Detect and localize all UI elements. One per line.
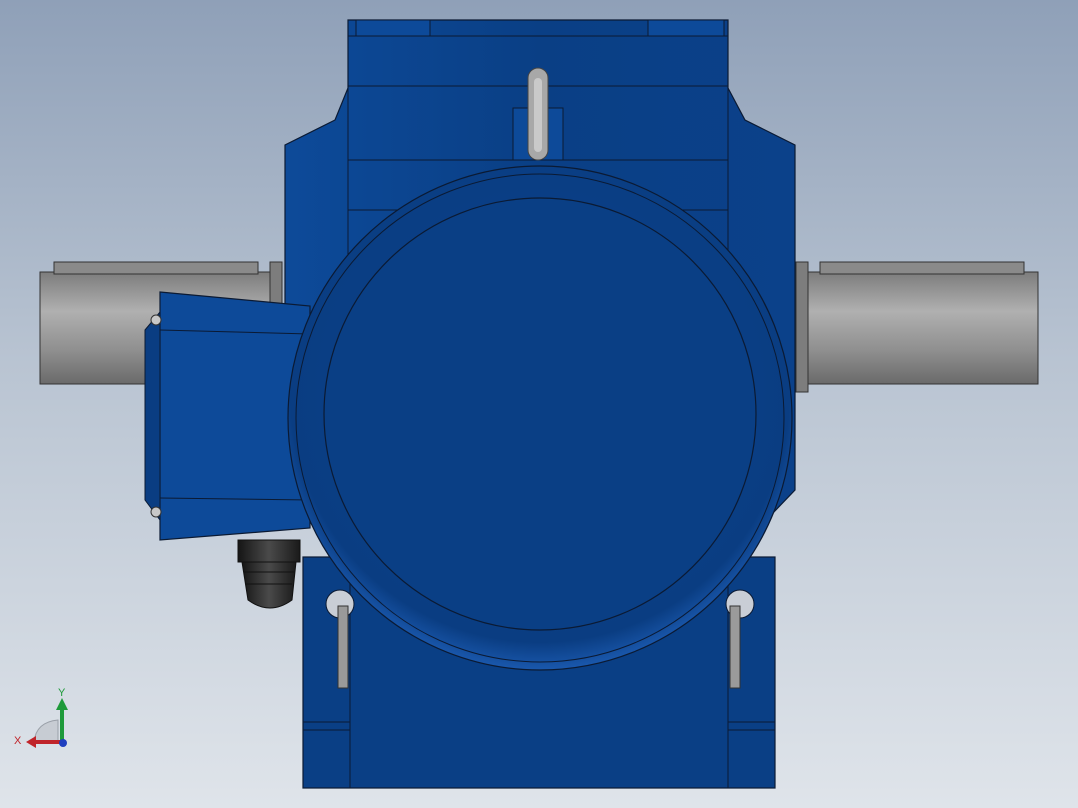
coordinate-triad: X Y [14, 687, 68, 748]
y-axis-label: Y [58, 687, 66, 699]
terminal-box[interactable] [144, 291, 311, 541]
cable-gland[interactable] [237, 539, 301, 609]
right-output-shaft[interactable] [795, 261, 1039, 393]
worm-gearbox-model[interactable] [0, 0, 1078, 808]
triad-plane-shading [33, 719, 59, 743]
cad-viewport[interactable]: X Y [0, 0, 1078, 808]
lifting-eye[interactable] [527, 67, 549, 161]
z-axis-dot [59, 739, 67, 747]
motor-end-cap[interactable] [287, 165, 793, 671]
x-axis-label: X [14, 735, 22, 747]
